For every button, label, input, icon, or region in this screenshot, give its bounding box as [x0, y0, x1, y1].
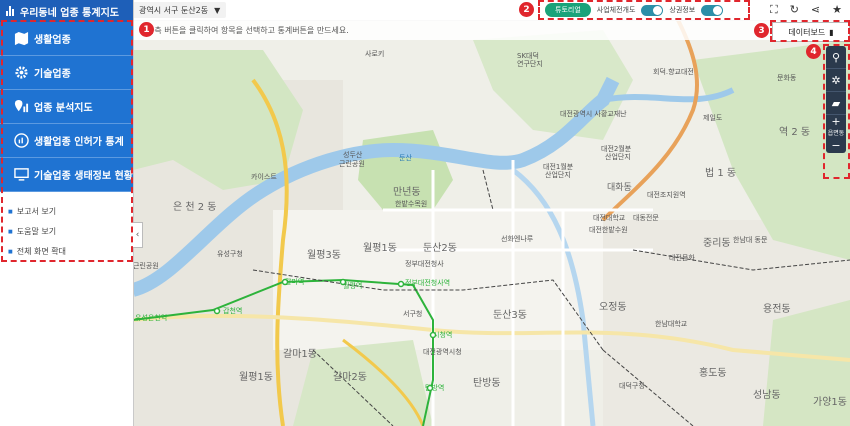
top-icons: ⛶ ↻ ⋖ ★ — [770, 3, 842, 17]
map-label: 서구청 — [403, 309, 422, 318]
map-label: 만년동 — [393, 186, 421, 198]
map-label: 홍도동 — [699, 366, 727, 379]
map-label: 근린공원 — [133, 261, 159, 270]
map-label: 대동전문 — [633, 213, 659, 222]
map-label: 대전1월분 — [543, 162, 574, 171]
map-label: 선화엔나루 — [501, 234, 534, 243]
map-label: 문화동 — [777, 74, 797, 82]
annotation-box-topbar — [538, 0, 750, 20]
annotation-box-databoard — [770, 20, 850, 42]
map-label: 오정동 — [599, 301, 627, 313]
map-label: 유성구청 — [217, 249, 243, 258]
share-icon[interactable]: ⋖ — [811, 3, 820, 17]
map-label: 연구단지 — [517, 59, 543, 68]
map-label: SK대덕 — [517, 51, 539, 60]
region-selector[interactable]: 광역시 서구 둔산2동 ▼ — [133, 2, 227, 18]
map-label: 대화동 — [607, 182, 632, 193]
annotation-badge-2: 2 — [519, 2, 534, 17]
map-label: 대전조지원역 — [647, 190, 686, 199]
map-label: 회덕.향교대전 — [653, 67, 694, 76]
map-label: 대덕구청 — [619, 381, 645, 390]
map-label: 성두산 — [343, 150, 363, 159]
map-label: 성남동 — [753, 389, 781, 401]
map-label: 한남대학교 — [655, 319, 688, 328]
map-label: 대전대학교 — [593, 213, 626, 222]
guide-message: 좌측 버튼을 클릭하여 항목을 선택하고 통계버튼을 만드세요. — [133, 20, 850, 40]
map-label: 대전광역시 사황교재난 — [560, 109, 627, 118]
map-canvas[interactable]: 사로키 SK대덕 연구단지 회덕.향교대전 대전광역시 사황교재난 성두산 근린… — [133, 20, 850, 426]
map-label: 역 2 동 — [779, 126, 810, 138]
annotation-box-tools — [823, 44, 850, 179]
map-label: 은 천 2 동 — [173, 201, 217, 213]
map-label: 한밭수목원 — [395, 199, 427, 208]
app-title: 우리동네 업종 통계지도 — [20, 7, 119, 19]
map-label: 대전광역시청 — [423, 347, 462, 356]
map-label: 산업단지 — [605, 152, 631, 161]
map-label: 가양1동 — [813, 396, 847, 408]
map-label: 법 1 동 — [705, 167, 736, 179]
map-label: 월평1동 — [363, 242, 397, 254]
bar-chart-logo-icon — [6, 6, 16, 16]
map-label: 대전2월분 — [601, 144, 632, 153]
fullscreen-icon[interactable]: ⛶ — [770, 3, 778, 17]
sidebar-collapse-handle[interactable]: ‹ — [133, 222, 143, 248]
map-label: 갈마2동 — [333, 370, 367, 383]
map-label: 제일도 — [703, 113, 723, 122]
map-label: 용전동 — [763, 303, 791, 315]
app-title-bar: 우리동네 업종 통계지도 — [0, 0, 133, 22]
map-label: 중리동 — [703, 237, 731, 249]
map-label: 유성온천역 — [135, 313, 167, 322]
map-label: 한남대 동문 — [733, 235, 768, 244]
chevron-down-icon: ▼ — [214, 5, 221, 15]
annotation-badge-3: 3 — [754, 23, 769, 38]
map-label: 둔산 — [399, 153, 412, 162]
map-label: 정부대전청사 — [405, 259, 444, 268]
map-label: 카이스트 — [251, 172, 277, 181]
map-label: 월평1동 — [239, 371, 273, 383]
annotation-badge-1: 1 — [139, 22, 154, 37]
map-label: 산업단지 — [545, 170, 571, 179]
region-name: 광역시 서구 둔산2동 — [139, 5, 209, 15]
map-label: 갈마1동 — [283, 347, 317, 360]
map-label: 갑천역 — [223, 306, 242, 315]
map-label: 월평3동 — [307, 249, 341, 261]
refresh-icon[interactable]: ↻ — [790, 3, 799, 17]
map-label: 탄방동 — [473, 377, 501, 389]
star-icon[interactable]: ★ — [832, 3, 842, 17]
map-label: 정부대전청사역 — [405, 278, 450, 287]
annotation-badge-4: 4 — [806, 44, 821, 59]
map-label: 사로키 — [365, 49, 384, 58]
map-label: 둔산3동 — [493, 309, 527, 321]
map-label: 근린공원 — [339, 159, 365, 168]
map-label: 둔산2동 — [423, 242, 457, 254]
annotation-box-sidebar — [1, 20, 133, 262]
map-label: 대전문화 — [669, 253, 695, 262]
map-label: 대전한밭수원 — [589, 225, 628, 234]
